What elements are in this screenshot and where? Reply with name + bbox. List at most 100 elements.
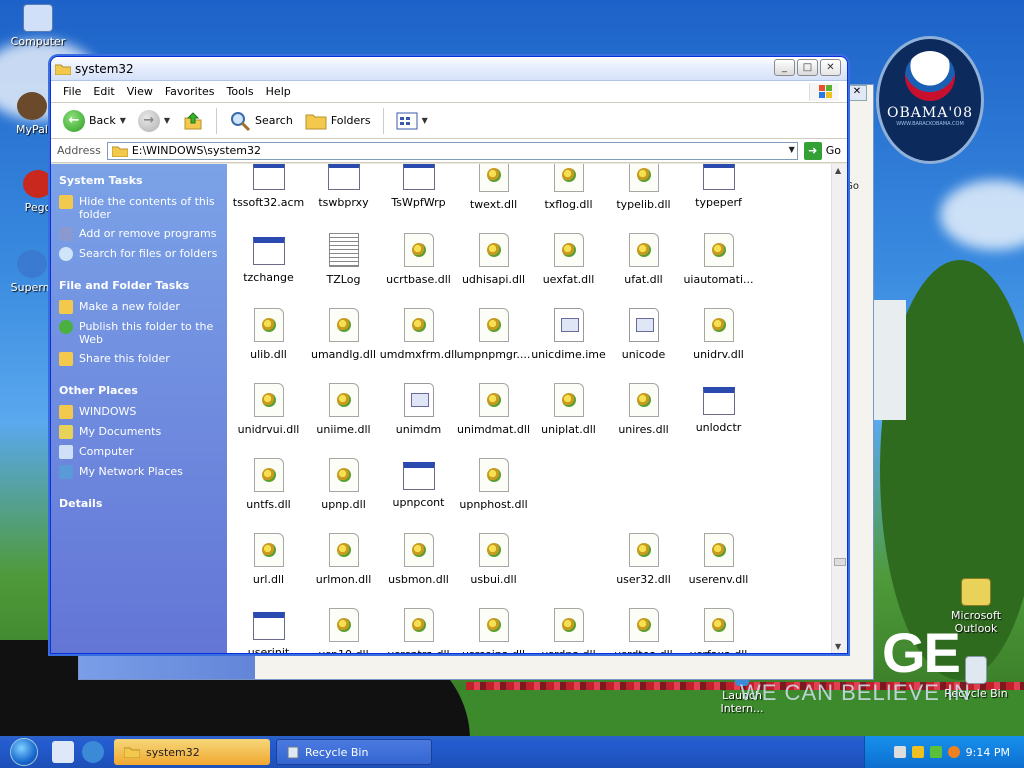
details-heading[interactable]: Details (59, 497, 219, 510)
file-item[interactable]: upnpcont (381, 458, 456, 533)
dll-file-icon (703, 533, 734, 567)
menu-tools[interactable]: Tools (221, 85, 260, 98)
file-item[interactable]: umandlg.dll (306, 308, 381, 383)
place-windows[interactable]: WINDOWS (59, 405, 219, 419)
vertical-scrollbar[interactable]: ▲ ▼ (831, 164, 847, 653)
folders-button[interactable]: Folders (301, 110, 375, 132)
file-folder-tasks-heading[interactable]: File and Folder Tasks (59, 279, 219, 292)
title-bar[interactable]: system32 _ □ ✕ (51, 57, 847, 81)
menu-favorites[interactable]: Favorites (159, 85, 221, 98)
task-publish-web[interactable]: Publish this folder to the Web (59, 320, 219, 346)
file-item[interactable]: url.dll (231, 533, 306, 608)
security-shield-icon[interactable] (911, 746, 924, 758)
file-item[interactable]: usrcntra.dll (381, 608, 456, 653)
file-item[interactable]: unimdmat.dll (456, 383, 531, 458)
place-computer[interactable]: Computer (59, 445, 219, 459)
file-item[interactable]: usbui.dll (456, 533, 531, 608)
file-item[interactable]: userenv.dll (681, 533, 756, 608)
quick-launch-ie-icon[interactable] (82, 741, 104, 763)
file-item[interactable]: uniplat.dll (531, 383, 606, 458)
keyboard-icon[interactable] (893, 746, 906, 758)
minimize-button[interactable]: _ (774, 59, 795, 76)
file-item[interactable]: TZLog (306, 233, 381, 308)
taskbar-item-recycle-bin[interactable]: Recycle Bin (276, 739, 432, 765)
menu-edit[interactable]: Edit (87, 85, 120, 98)
file-item[interactable]: umdmxfrm.dll (380, 308, 457, 383)
file-item[interactable]: unires.dll (606, 383, 681, 458)
desktop-icon-computer[interactable]: Computer (6, 4, 70, 48)
file-item[interactable]: usp10.dll (306, 608, 381, 653)
mypal-icon (17, 92, 47, 120)
go-button[interactable]: ➜ Go (803, 141, 841, 160)
file-item[interactable]: usbmon.dll (381, 533, 456, 608)
task-share-folder[interactable]: Share this folder (59, 352, 219, 366)
file-item[interactable]: usrcoina.dll (456, 608, 531, 653)
file-item[interactable]: unicdime.ime (531, 308, 606, 383)
back-dropdown-icon[interactable]: ▼ (120, 116, 126, 125)
file-item[interactable]: twext.dll (456, 164, 531, 233)
scroll-thumb[interactable] (834, 558, 846, 566)
system-tasks-heading[interactable]: System Tasks (59, 174, 219, 187)
file-item[interactable]: unicode (606, 308, 681, 383)
search-button[interactable]: Search (225, 108, 297, 134)
address-dropdown-icon[interactable]: ▼ (789, 145, 795, 154)
task-search-files[interactable]: Search for files or folders (59, 247, 219, 261)
network-icon[interactable] (929, 746, 942, 758)
file-item[interactable]: typeperf (681, 164, 756, 233)
views-button[interactable]: ▼ (392, 110, 432, 132)
forward-dropdown-icon[interactable]: ▼ (164, 116, 170, 125)
place-my-documents[interactable]: My Documents (59, 425, 219, 439)
menu-file[interactable]: File (57, 85, 87, 98)
file-item[interactable]: usrfaxa.dll (681, 608, 756, 653)
scroll-down-icon[interactable]: ▼ (835, 642, 841, 651)
task-add-remove-programs[interactable]: Add or remove programs (59, 227, 219, 241)
file-item[interactable]: user32.dll (606, 533, 681, 608)
back-button[interactable]: ← Back ▼ (59, 108, 130, 134)
menu-view[interactable]: View (121, 85, 159, 98)
file-item[interactable]: tswbprxy (306, 164, 381, 233)
file-item[interactable]: untfs.dll (231, 458, 306, 533)
place-network[interactable]: My Network Places (59, 465, 219, 479)
close-icon[interactable]: ✕ (847, 85, 867, 101)
other-places-heading[interactable]: Other Places (59, 384, 219, 397)
menu-help[interactable]: Help (260, 85, 297, 98)
file-item[interactable]: unidrvui.dll (231, 383, 306, 458)
file-item[interactable]: usrdpa.dll (531, 608, 606, 653)
task-hide-contents[interactable]: Hide the contents of this folder (59, 195, 219, 221)
scroll-up-icon[interactable]: ▲ (835, 166, 841, 175)
file-item[interactable]: tzchange (231, 233, 306, 308)
file-item[interactable]: urlmon.dll (306, 533, 381, 608)
forward-button[interactable]: → ▼ (134, 108, 174, 134)
file-item[interactable]: tssoft32.acm (231, 164, 306, 233)
file-item[interactable]: ulib.dll (231, 308, 306, 383)
file-item[interactable]: umpnpmgr.... (456, 308, 531, 383)
file-item[interactable]: uexfat.dll (531, 233, 606, 308)
file-item[interactable]: ucrtbase.dll (381, 233, 456, 308)
address-input[interactable]: E:\WINDOWS\system32 ▼ (106, 141, 798, 160)
file-item[interactable]: txflog.dll (531, 164, 606, 233)
file-item[interactable]: upnphost.dll (456, 458, 531, 533)
file-item[interactable]: unimdm (381, 383, 456, 458)
dll-file-icon (403, 233, 434, 267)
file-item[interactable]: uiautomati... (681, 233, 756, 308)
close-button[interactable]: ✕ (820, 59, 841, 76)
file-item[interactable]: udhisapi.dll (456, 233, 531, 308)
maximize-button[interactable]: □ (797, 59, 818, 76)
file-item[interactable]: userinit (231, 608, 306, 653)
file-item[interactable]: usrdtea.dll (606, 608, 681, 653)
taskbar-item-system32[interactable]: system32 (114, 739, 270, 765)
file-item[interactable]: unlodctr (681, 383, 756, 458)
up-button[interactable] (178, 108, 208, 134)
file-item[interactable]: typelib.dll (606, 164, 681, 233)
file-item[interactable]: uniime.dll (306, 383, 381, 458)
start-button[interactable] (0, 736, 48, 768)
show-desktop-icon[interactable] (52, 741, 74, 763)
file-item[interactable]: ufat.dll (606, 233, 681, 308)
file-item[interactable]: TsWpfWrp (381, 164, 456, 233)
file-item[interactable]: unidrv.dll (681, 308, 756, 383)
views-dropdown-icon[interactable]: ▼ (422, 116, 428, 125)
task-new-folder[interactable]: Make a new folder (59, 300, 219, 314)
clock[interactable]: 9:14 PM (966, 746, 1010, 759)
search-tray-icon[interactable] (947, 746, 960, 758)
file-item[interactable]: upnp.dll (306, 458, 381, 533)
